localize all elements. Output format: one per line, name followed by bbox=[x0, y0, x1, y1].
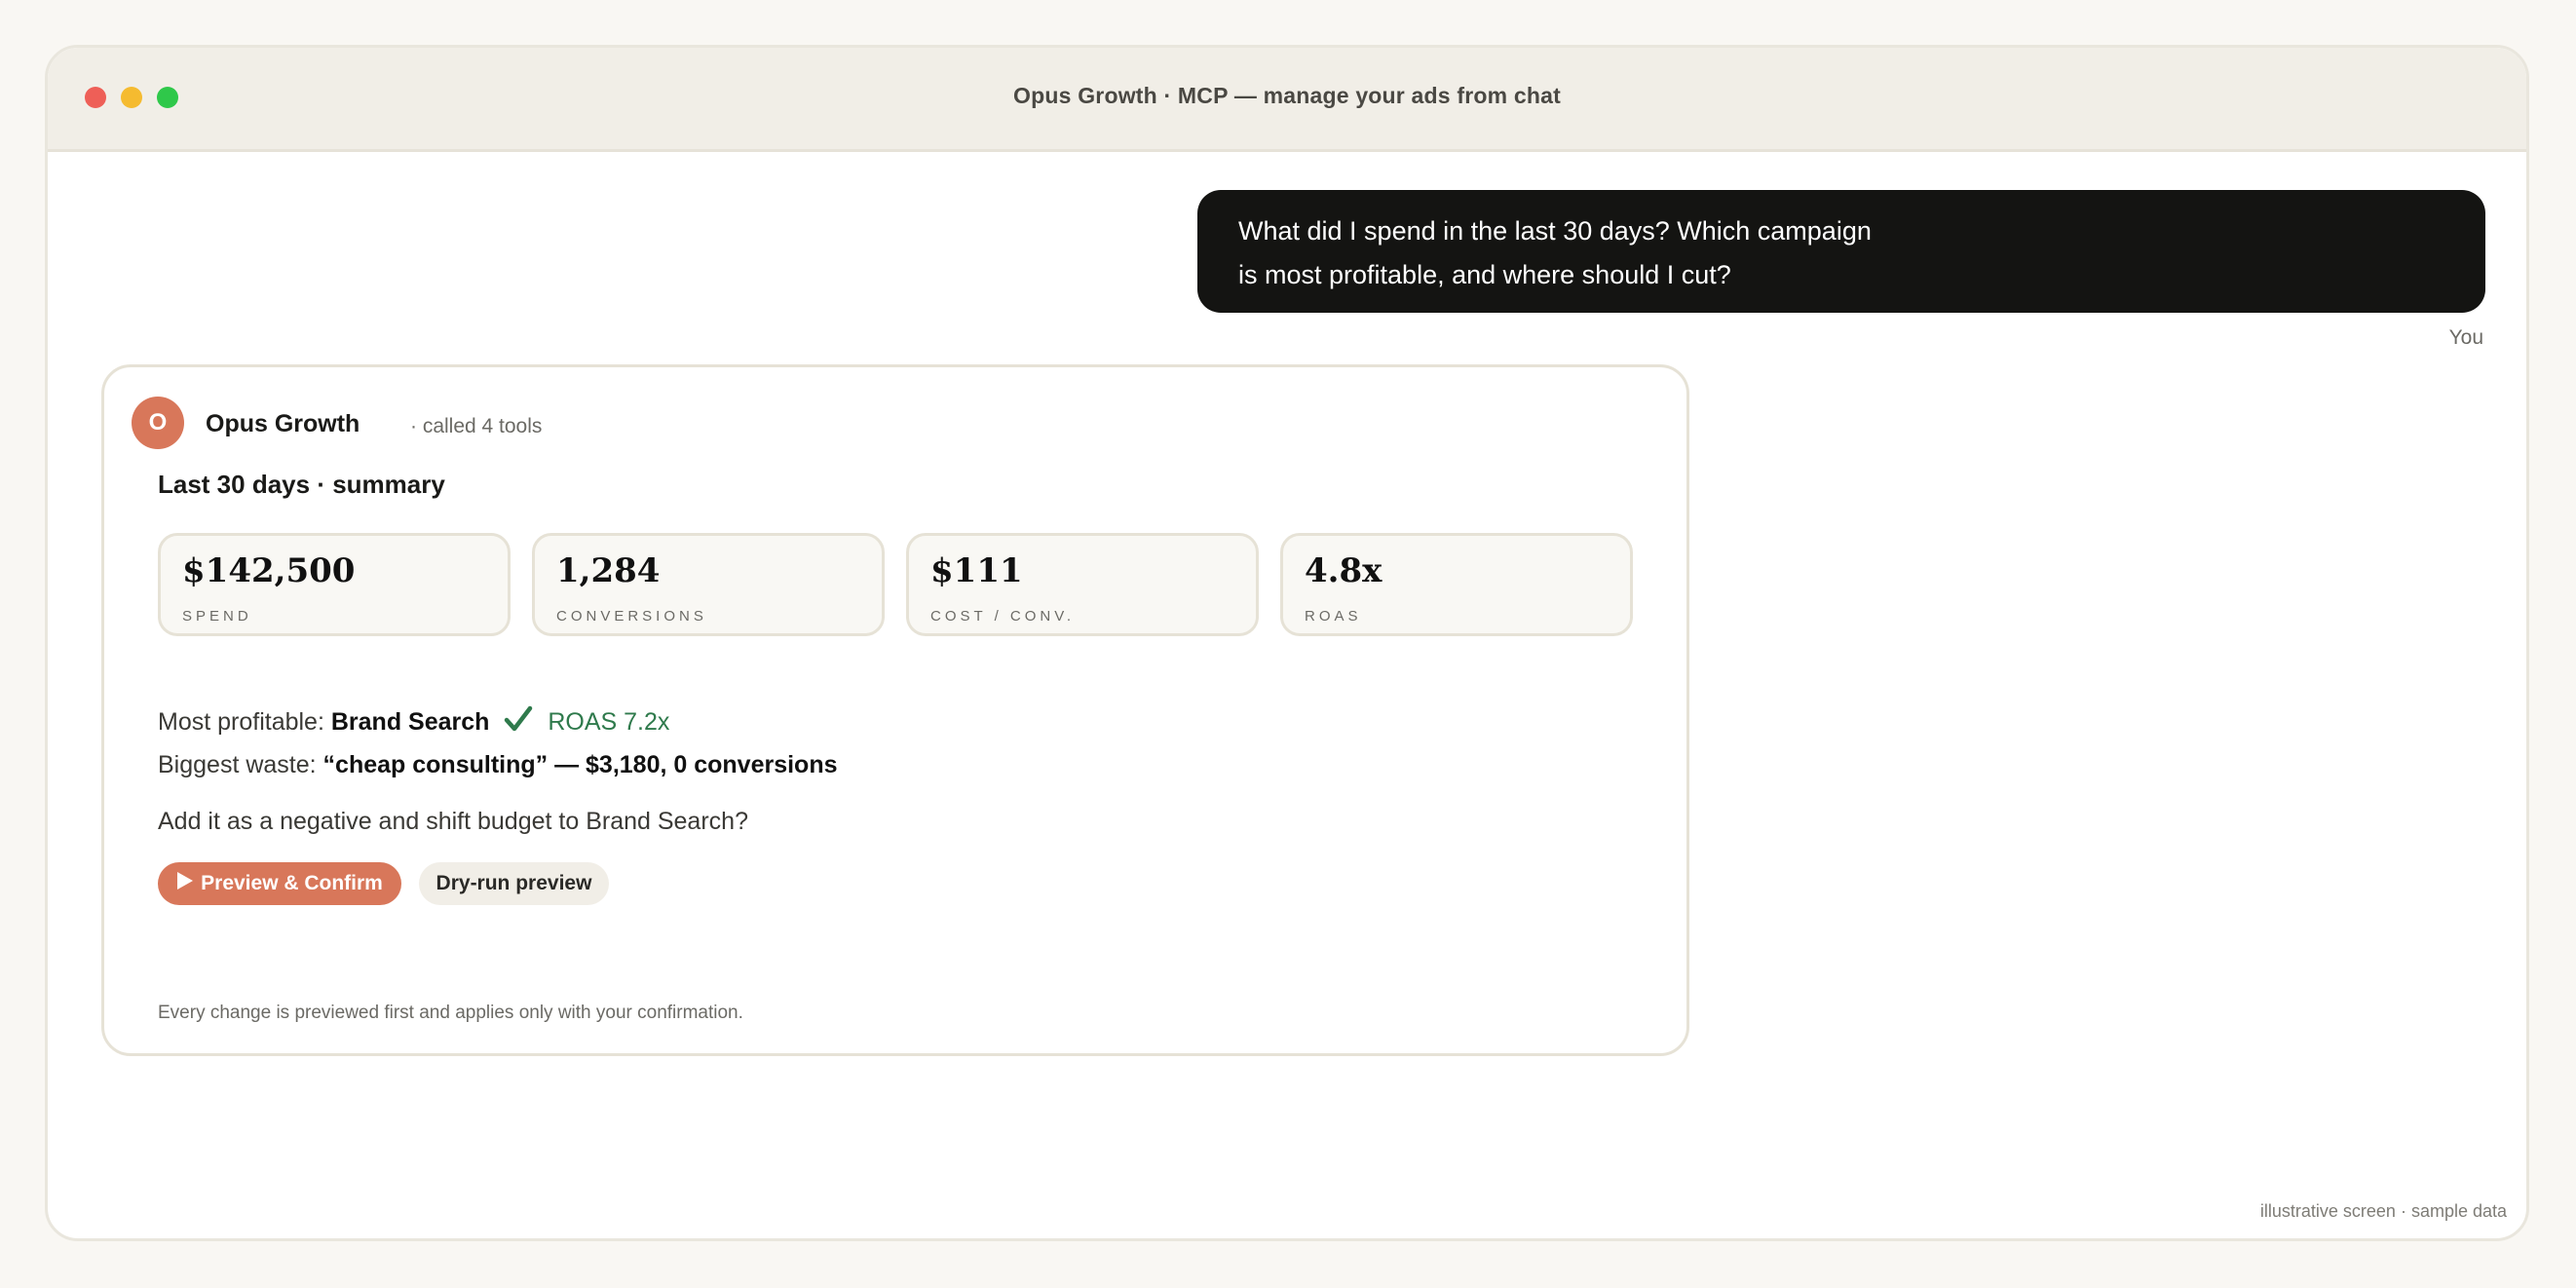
metric-label: SPEND bbox=[182, 608, 252, 625]
metric-label: CONVERSIONS bbox=[556, 608, 707, 625]
metric-card-conversions: 1,284 CONVERSIONS bbox=[532, 533, 885, 636]
assistant-reply-card: O Opus Growth · called 4 tools Last 30 d… bbox=[101, 364, 1689, 1056]
biggest-waste-label: Biggest waste: bbox=[158, 751, 317, 778]
sender-label: You bbox=[2448, 326, 2483, 349]
metric-value: $142,500 bbox=[182, 551, 356, 590]
user-message-line-2: is most profitable, and where should I c… bbox=[1238, 260, 1731, 289]
metric-card-cost-per-conversion: $111 COST / CONV. bbox=[906, 533, 1259, 636]
follow-up-question: Add it as a negative and shift budget to… bbox=[158, 808, 748, 835]
preview-confirm-button[interactable]: Preview & Confirm bbox=[158, 862, 401, 905]
metric-label: ROAS bbox=[1305, 608, 1362, 625]
check-icon bbox=[504, 704, 533, 740]
title-bar: Opus Growth · MCP — manage your ads from… bbox=[48, 48, 2526, 152]
metric-card-roas: 4.8x ROAS bbox=[1280, 533, 1633, 636]
most-profitable-label: Most profitable: bbox=[158, 708, 324, 736]
metric-value: 4.8x bbox=[1305, 551, 1383, 590]
metric-card-spend: $142,500 SPEND bbox=[158, 533, 511, 636]
app-window: Opus Growth · MCP — manage your ads from… bbox=[45, 45, 2529, 1241]
dry-run-preview-button[interactable]: Dry-run preview bbox=[419, 862, 609, 905]
summary-heading: Last 30 days · summary bbox=[158, 470, 445, 499]
most-profitable-roas: ROAS 7.2x bbox=[548, 708, 670, 736]
metric-value: 1,284 bbox=[556, 551, 661, 590]
play-icon bbox=[176, 871, 194, 896]
biggest-waste-value: “cheap consulting” — $3,180, 0 conversio… bbox=[322, 751, 838, 778]
sample-data-note: illustrative screen · sample data bbox=[2259, 1201, 2507, 1221]
preview-confirm-label: Preview & Confirm bbox=[201, 872, 383, 894]
user-message-bubble: What did I spend in the last 30 days? Wh… bbox=[1197, 190, 2485, 313]
tools-called-note[interactable]: · called 4 tools bbox=[410, 415, 542, 438]
window-title: Opus Growth · MCP — manage your ads from… bbox=[1013, 83, 1561, 108]
agent-name: Opus Growth bbox=[206, 410, 360, 437]
user-message-line-1: What did I spend in the last 30 days? Wh… bbox=[1238, 216, 1872, 246]
metric-value: $111 bbox=[930, 551, 1023, 590]
most-profitable-line: Most profitable: Brand Search ROAS 7.2x bbox=[158, 704, 669, 740]
confirmation-footnote: Every change is previewed first and appl… bbox=[158, 1003, 743, 1023]
most-profitable-campaign: Brand Search bbox=[330, 708, 490, 736]
avatar: O bbox=[132, 397, 184, 449]
biggest-waste-line: Biggest waste: “cheap consulting” — $3,1… bbox=[158, 751, 838, 779]
metric-label: COST / CONV. bbox=[930, 608, 1076, 625]
metrics-row: $142,500 SPEND 1,284 CONVERSIONS $111 CO… bbox=[158, 533, 1633, 636]
